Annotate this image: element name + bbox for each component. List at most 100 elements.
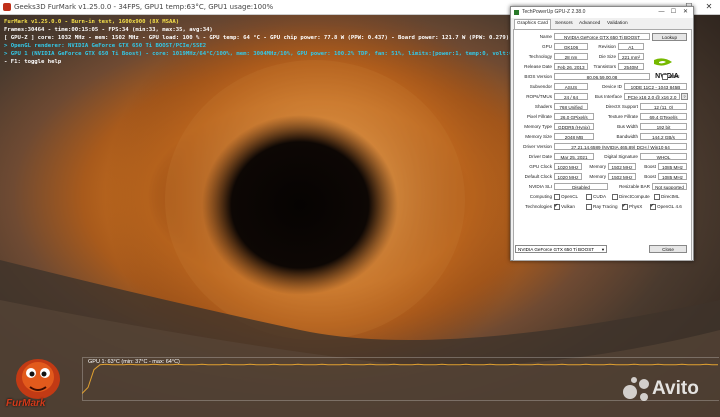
gpu-select-value: NVIDIA GeForce GTX 650 Ti BOOST [518,247,595,252]
furmark-logo-text: FurMark [6,398,46,409]
overlay-renderer-line: > OpenGL renderer: NVIDIA GeForce GTX 65… [4,43,207,49]
gpuz-maximize-button[interactable]: ☐ [669,7,678,18]
driver-date-label: Driver Date [528,154,552,159]
vulkan-checkbox[interactable]: Vulkan [554,203,575,210]
revision-label: Revision [598,44,616,49]
rops-value: 24 / 64 [554,93,588,100]
gpu-select-dropdown[interactable]: NVIDIA GeForce GTX 650 Ti BOOST ▼ [515,245,607,253]
device-id-label: Device ID [602,84,622,89]
default-clock-boost-label: Boost [644,174,656,179]
memory-type-label: Memory Type [524,124,552,129]
shaders-value: 768 Unified [554,103,588,110]
gpuz-minimize-button[interactable]: — [657,7,666,18]
bios-label: BIOS Version [524,74,552,79]
shaders-label: Shaders [534,104,552,109]
bus-help-button[interactable]: ? [681,93,688,100]
computing-label: Computing [529,194,552,199]
name-value: NVIDIA GeForce GTX 650 Ti BOOST [554,33,650,40]
transistors-value: 2540M [618,63,644,70]
bus-interface-value: PCIe x16 2.0 @ x16 2.0 [624,93,680,100]
memory-type-value: GDDR5 (Hynix) [554,123,594,130]
bios-value: 80.06.59.00.08 [554,73,650,80]
overlay-gpuz-line: [ GPU-Z ] core: 1032 MHz - mem: 1502 MHz… [4,35,587,41]
overlay-version-line: FurMark v1.25.0.0 - Burn-in test, 1600x9… [4,19,180,25]
uefi-label: UEFI [669,74,680,80]
revision-value: A1 [618,43,644,50]
gpu-clock-memory-value: 1502 MHz [608,163,636,170]
opengl-checkbox[interactable]: OpenGL 4.6 [650,203,682,210]
gpuz-window-title: TechPowerUp GPU-Z 2.38.0 [522,9,586,15]
bus-width-label: Bus Width [617,124,638,129]
rops-label: ROPs/TMUs [526,94,552,99]
graphics-card-panel: Name NVIDIA GeForce GTX 650 Ti BOOST Loo… [513,29,692,261]
directml-checkbox[interactable]: DirectML [654,194,679,200]
resizable-bar-value: Not supported [652,183,687,190]
digital-signature-label: Digital Signature [604,154,638,159]
subvendor-label: Subvendor [529,84,552,89]
gpu-label: GPU [542,44,552,49]
directcompute-checkbox[interactable]: DirectCompute [612,194,650,200]
release-date-value: Feb 26, 2013 [554,63,588,70]
technology-label: Technology [528,54,552,59]
memory-size-label: Memory Size [525,134,552,139]
default-clock-memory-value: 1502 MHz [608,173,636,180]
texture-fillrate-value: 69.4 GTexel/s [640,113,687,120]
furmark-window-title: Geeks3D FurMark v1.25.0.0 - 34FPS, GPU1 … [14,3,274,11]
tab-advanced[interactable]: Advanced [577,20,602,28]
nvidia-sli-label: NVIDIA SLI [528,184,552,189]
technologies-label: Technologies [525,204,552,209]
overlay-gpu1-line: > GPU 1 (NVIDIA GeForce GTX 650 Ti Boost… [4,51,537,57]
furmark-window: Geeks3D FurMark v1.25.0.0 - 34FPS, GPU1 … [0,0,720,417]
gpuz-close-button[interactable]: ✕ [681,7,690,18]
uefi-checkbox[interactable]: UEFI [662,74,679,80]
transistors-label: Transistors [593,64,616,69]
gpuz-app-icon [514,10,519,15]
gpuz-window: TechPowerUp GPU-Z 2.38.0 — ☐ ✕ Graphics … [510,6,694,261]
directx-value: 12 (11_0) [640,103,687,110]
bus-interface-label: Bus Interface [594,94,622,99]
device-id-value: 10DE 11C2 - 1043 845B [624,83,687,90]
lookup-button[interactable]: Lookup [652,33,687,41]
bus-width-value: 192 bit [640,123,687,130]
driver-date-value: Mar 25, 2021 [554,153,594,160]
driver-version-label: Driver Version [523,144,552,149]
close-window-button[interactable]: Close [649,245,687,253]
release-date-label: Release Date [524,64,552,69]
name-label: Name [539,34,552,39]
tab-graphics-card[interactable]: Graphics Card [514,19,551,29]
memory-size-value: 2048 MB [554,133,594,140]
pixel-fillrate-value: 26.0 GPixel/s [554,113,594,120]
bandwidth-value: 144.2 GB/s [640,133,687,140]
gpu-clock-boost-value: 1085 MHz [658,163,687,170]
gpu-clock-boost-label: Boost [644,164,656,169]
gpuz-titlebar[interactable]: TechPowerUp GPU-Z 2.38.0 — ☐ ✕ [511,7,693,18]
default-clock-boost-value: 1085 MHz [658,173,687,180]
furmark-app-icon [3,3,11,11]
texture-fillrate-label: Texture Fillrate [607,114,638,119]
default-clock-label: Default Clock [524,174,552,179]
driver-version-value: 27.21.14.6589 (NVIDIA 465.89) DCH / Win1… [554,143,687,150]
technology-value: 28 nm [554,53,588,60]
subvendor-value: ASUS [554,83,588,90]
ray-tracing-checkbox[interactable]: Ray Tracing [586,204,618,210]
directx-label: DirectX Support [605,104,638,109]
gpu-clock-memory-label: Memory [589,164,606,169]
close-button[interactable]: ✕ [702,0,716,14]
default-clock-value: 1020 MHz [554,173,582,180]
physx-checkbox[interactable]: PhysX [622,203,642,210]
cuda-checkbox[interactable]: CUDA [586,194,606,200]
tab-sensors[interactable]: Sensors [553,20,575,28]
digital-signature-value: WHQL [640,153,687,160]
resizable-bar-label: Resizable BAR [619,184,650,189]
default-clock-memory-label: Memory [589,174,606,179]
overlay-frames-line: Frames:30464 - time:00:15:05 - FPS:34 (m… [4,27,213,33]
gpuz-tabs: Graphics Card Sensors Advanced Validatio… [513,19,691,29]
gpu-clock-value: 1020 MHz [554,163,582,170]
chevron-down-icon: ▼ [601,247,605,252]
bandwidth-label: Bandwidth [616,134,638,139]
nvidia-sli-value: Disabled [554,183,608,190]
gpu-clock-label: GPU Clock [529,164,552,169]
gpu-value: GK106 [554,43,588,50]
tab-validation[interactable]: Validation [605,20,630,28]
opencl-checkbox[interactable]: OpenCL [554,194,578,200]
